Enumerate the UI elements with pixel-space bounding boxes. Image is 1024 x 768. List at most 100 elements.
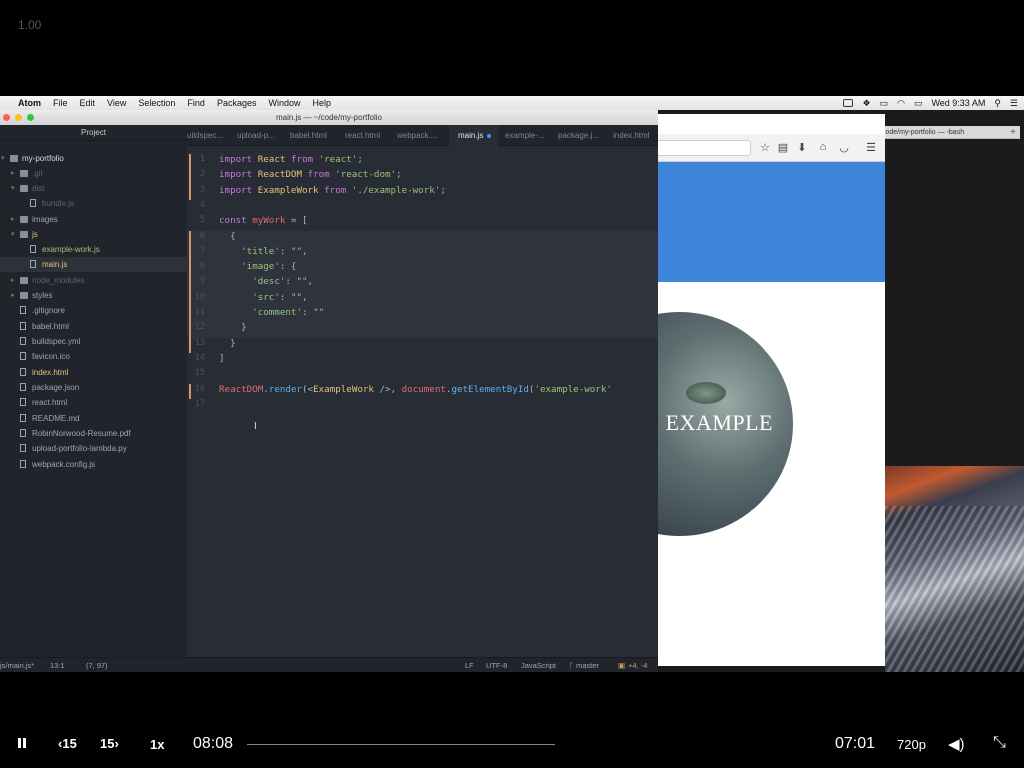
- menu-selection[interactable]: Selection: [132, 98, 181, 108]
- tree-item-js[interactable]: ▾ js: [0, 227, 187, 242]
- chevron-right-icon[interactable]: ▸: [11, 212, 15, 227]
- status-encoding[interactable]: UTF-8: [486, 658, 507, 672]
- line-number: 9: [199, 276, 205, 287]
- tree-item-readme[interactable]: README.md: [0, 411, 187, 426]
- close-window-button[interactable]: [3, 114, 10, 121]
- chevron-right-icon[interactable]: ▸: [11, 273, 15, 288]
- menu-file[interactable]: File: [47, 98, 74, 108]
- battery-icon[interactable]: ▭: [880, 98, 889, 109]
- status-cursor-position[interactable]: 13:1: [50, 658, 65, 672]
- tab-index-html[interactable]: index.html: [613, 125, 658, 146]
- tree-item-git[interactable]: ▸ .git: [0, 166, 187, 181]
- tree-item-package-json[interactable]: package.json: [0, 380, 187, 395]
- new-tab-icon[interactable]: +: [1010, 126, 1016, 139]
- clock[interactable]: Wed 9:33 AM: [931, 98, 985, 108]
- line-number: 7: [199, 245, 205, 256]
- pocket-icon[interactable]: ◡: [838, 141, 850, 154]
- pause-button[interactable]: [16, 738, 28, 750]
- status-file-path[interactable]: js/main.js*: [0, 658, 34, 672]
- spotlight-search-icon[interactable]: ⚲: [994, 98, 1001, 109]
- tree-item-label: babel.html: [32, 322, 69, 331]
- clipboard-icon[interactable]: ▤: [777, 141, 789, 154]
- tree-item-react-html[interactable]: react.html: [0, 395, 187, 410]
- status-git-branch[interactable]: master: [576, 658, 599, 672]
- tree-item-index-html[interactable]: index.html: [0, 365, 187, 380]
- wifi-icon[interactable]: ◠: [897, 98, 905, 109]
- tree-item-main-js[interactable]: main.js: [0, 257, 187, 272]
- tree-item-upload-lambda[interactable]: upload-portfolio-lambda.py: [0, 441, 187, 456]
- menu-window[interactable]: Window: [262, 98, 306, 108]
- tab-buildspec[interactable]: uildspec...: [187, 125, 227, 146]
- tree-item-favicon[interactable]: favicon.ico: [0, 349, 187, 364]
- tree-item-styles[interactable]: ▸ styles: [0, 288, 187, 303]
- code-line: }: [219, 337, 236, 349]
- chevron-right-icon[interactable]: ▸: [11, 288, 15, 303]
- browser-window[interactable]: ☆ ▤ ⬇ ⌂ ◡ ☰ EXAMPLE: [658, 114, 885, 666]
- volume-icon[interactable]: ◀): [948, 735, 965, 753]
- git-diff-icon: ▣: [618, 661, 626, 670]
- forward-button[interactable]: 15›: [100, 736, 119, 751]
- home-icon[interactable]: ⌂: [817, 141, 829, 153]
- chevron-down-icon[interactable]: ▾: [1, 151, 5, 166]
- chevron-down-icon[interactable]: ▾: [11, 181, 15, 196]
- tab-example-work[interactable]: example-...: [505, 125, 547, 146]
- quality-button[interactable]: 720p: [897, 737, 926, 752]
- menu-app-name[interactable]: Atom: [12, 98, 47, 108]
- tree-item-buildspec[interactable]: buildspec.yml: [0, 334, 187, 349]
- atom-editor-window[interactable]: main.js — ~/code/my-portfolio Project ▾ m…: [0, 110, 658, 672]
- example-work-image[interactable]: EXAMPLE: [658, 312, 793, 536]
- notification-center-icon[interactable]: ☰: [1010, 98, 1018, 109]
- maximize-window-button[interactable]: [27, 114, 34, 121]
- rewind-button[interactable]: ‹15: [58, 736, 77, 751]
- tree-item-webpack-config[interactable]: webpack.config.js: [0, 457, 187, 472]
- code-editor[interactable]: 1 2 3 4 5 6 7 8 9 10 11 12 13 14 15 16 17 import React fr…: [187, 146, 658, 657]
- star-icon[interactable]: ☆: [759, 141, 771, 154]
- tab-upload-portfolio[interactable]: upload-p...: [237, 125, 277, 146]
- code-token: 'react-dom': [329, 169, 397, 181]
- tab-react-html[interactable]: react.html: [345, 125, 387, 146]
- camera-icon[interactable]: [843, 99, 854, 107]
- tab-package-json[interactable]: package.j...: [558, 125, 603, 146]
- line-number: 5: [199, 215, 205, 226]
- status-line-ending[interactable]: LF: [465, 658, 474, 672]
- status-grammar[interactable]: JavaScript: [521, 658, 556, 672]
- status-git-diff[interactable]: +4, -4: [628, 658, 647, 672]
- menu-edit[interactable]: Edit: [74, 98, 102, 108]
- chevron-right-icon[interactable]: ▸: [11, 166, 15, 181]
- project-tree[interactable]: Project ▾ my-portfolio ▸ .git ▾ dist bundle.js…: [0, 125, 187, 657]
- tree-item-resume-pdf[interactable]: RobinNorwood-Resume.pdf: [0, 426, 187, 441]
- menu-view[interactable]: View: [101, 98, 132, 108]
- menu-icon[interactable]: ☰: [865, 141, 877, 154]
- tree-item-dist[interactable]: ▾ dist: [0, 181, 187, 196]
- browser-toolbar: ☆ ▤ ⬇ ⌂ ◡ ☰: [658, 134, 885, 162]
- tree-item-node-modules[interactable]: ▸ node_modules: [0, 273, 187, 288]
- tree-item-label: my-portfolio: [22, 154, 64, 163]
- menu-packages[interactable]: Packages: [211, 98, 263, 108]
- tab-babel-html[interactable]: babel.html: [290, 125, 335, 146]
- tab-webpack-config[interactable]: webpack....: [397, 125, 439, 146]
- line-number: 3: [199, 184, 205, 195]
- tree-item-images[interactable]: ▸ images: [0, 212, 187, 227]
- chevron-down-icon[interactable]: ▾: [11, 227, 15, 242]
- tree-item-bundle-js[interactable]: bundle.js: [0, 196, 187, 211]
- exit-fullscreen-icon[interactable]: ⤡: [993, 734, 1006, 752]
- progress-track[interactable]: [247, 744, 555, 745]
- tree-item-example-work-js[interactable]: example-work.js: [0, 242, 187, 257]
- desktop-screen: code/my-portfolio — -bash + ☆ ▤ ⬇ ⌂ ◡ ☰ …: [0, 96, 1024, 672]
- airplay-icon[interactable]: ▭: [914, 98, 923, 109]
- tree-item-babel-html[interactable]: babel.html: [0, 319, 187, 334]
- download-icon[interactable]: ⬇: [796, 141, 808, 154]
- tree-item-my-portfolio[interactable]: ▾ my-portfolio: [0, 151, 187, 166]
- file-icon: [20, 460, 26, 468]
- address-bar[interactable]: [658, 140, 751, 156]
- tab-main-js[interactable]: main.js: [449, 125, 498, 146]
- menu-find[interactable]: Find: [181, 98, 211, 108]
- window-title-bar[interactable]: main.js — ~/code/my-portfolio: [0, 110, 658, 125]
- playback-rate-button[interactable]: 1x: [150, 737, 164, 752]
- code-token: 'desc': [219, 276, 286, 288]
- dropbox-icon[interactable]: ❖: [862, 98, 870, 109]
- minimize-window-button[interactable]: [15, 114, 22, 121]
- tree-item-gitignore[interactable]: .gitignore: [0, 303, 187, 318]
- video-player[interactable]: 1.00 code/my-portfolio — -bash + ☆ ▤ ⬇ ⌂…: [0, 0, 1024, 768]
- menu-help[interactable]: Help: [306, 98, 337, 108]
